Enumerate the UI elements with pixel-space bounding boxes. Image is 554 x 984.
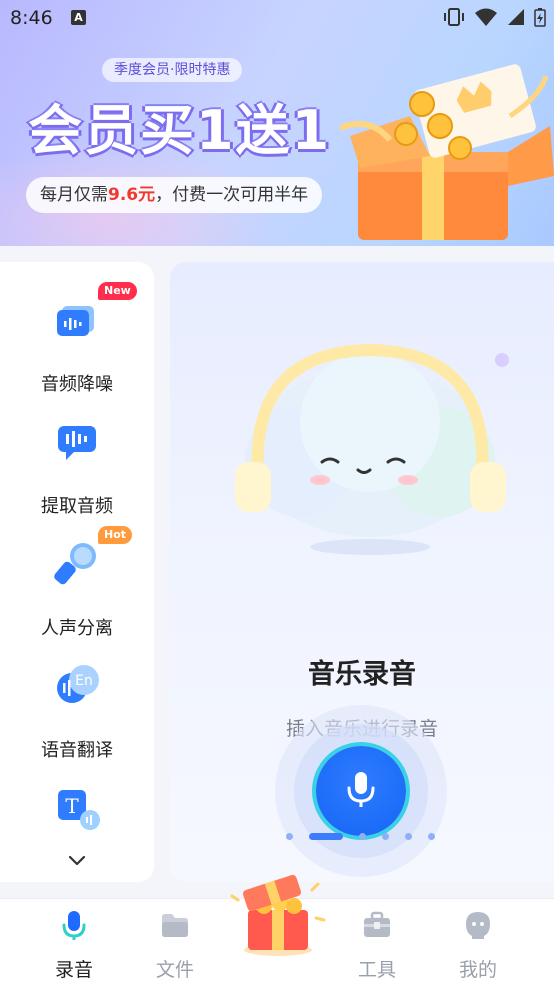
notification-app-icon: A (71, 10, 86, 25)
menu-item-extract-audio[interactable]: 提取音频 (0, 396, 154, 517)
nav-tab-profile[interactable]: 我的 (438, 909, 518, 981)
menu-item-label: 语音翻译 (41, 740, 113, 761)
folder-icon (162, 914, 188, 937)
mic-icon (62, 911, 86, 940)
nav-label: 录音 (54, 959, 93, 981)
pager-dot[interactable] (382, 833, 389, 840)
nav-label: 我的 (458, 959, 497, 981)
audio-denoise-icon (57, 306, 94, 336)
promo-subtitle-post: ，付费一次可用半年 (155, 185, 309, 205)
text-icon-letter: T (65, 794, 79, 818)
nav-label: 工具 (357, 959, 396, 981)
record-button[interactable] (316, 746, 406, 836)
new-badge: New (98, 282, 137, 300)
nav-label: 文件 (155, 959, 194, 981)
promo-subtitle-pre: 每月仅需 (40, 185, 108, 205)
status-time: 8:46 (10, 7, 53, 29)
status-icons (442, 7, 546, 27)
status-bar: 8:46 A (0, 0, 554, 38)
music-recording-card[interactable]: 音乐录音 插入音乐进行录音 (170, 262, 554, 882)
gift-reward-icon[interactable] (228, 860, 328, 960)
menu-item-label: 音频降噪 (41, 374, 113, 395)
text-speech-icon: T (58, 790, 100, 830)
pager-dot[interactable] (428, 833, 435, 840)
menu-item-label: 提取音频 (41, 496, 113, 517)
promo-banner[interactable]: 8:46 A 季度会员·限时特惠 会员买1送1 每月仅需9.6元，付费一次可用半… (0, 0, 554, 246)
pager-dot[interactable] (359, 833, 366, 840)
promo-price: 9.6元 (108, 185, 156, 205)
battery-icon (534, 8, 546, 27)
nav-tab-tools[interactable]: 工具 (337, 909, 417, 981)
extract-audio-icon (58, 426, 96, 460)
wifi-icon (475, 8, 497, 26)
microphone-icon (54, 543, 96, 585)
gift-box-illustration (340, 64, 554, 240)
nav-tab-files[interactable]: 文件 (135, 909, 215, 981)
voice-translate-icon: En (57, 665, 99, 703)
chevron-down-icon[interactable] (66, 852, 88, 868)
profile-icon (466, 912, 490, 939)
pager-dot[interactable] (286, 833, 293, 840)
promo-subtitle: 每月仅需9.6元，付费一次可用半年 (26, 177, 323, 213)
translate-icon-text: En (75, 673, 93, 689)
pager-dot[interactable] (405, 833, 412, 840)
promo-title: 会员买1送1 (28, 99, 332, 162)
nav-tab-record[interactable]: 录音 (34, 909, 114, 981)
toolbox-icon (364, 911, 390, 937)
promo-tag: 季度会员·限时特惠 (102, 58, 243, 82)
menu-item-label: 人声分离 (41, 618, 113, 639)
cloud-headphone-mascot (235, 343, 509, 555)
menu-item-voice-translate[interactable]: En 语音翻译 (0, 640, 154, 761)
signal-icon (508, 9, 524, 25)
pager-dot-active[interactable] (309, 833, 343, 840)
carousel-pager (286, 833, 435, 840)
hot-badge: Hot (98, 526, 133, 544)
vibrate-icon (444, 8, 464, 26)
card-title: 音乐录音 (308, 659, 416, 690)
mic-icon (347, 772, 375, 807)
